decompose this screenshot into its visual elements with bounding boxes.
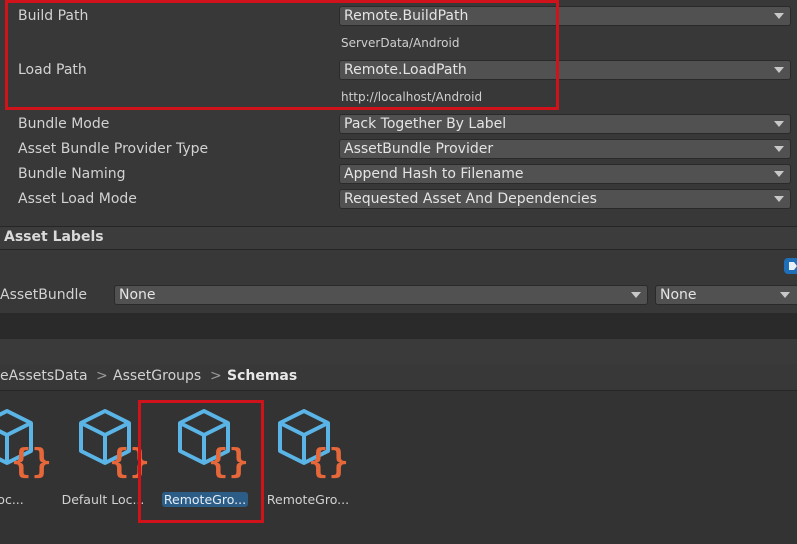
divider [0,249,797,250]
asset-label: lt Loc... [0,492,24,507]
asset-load-mode-label: Asset Load Mode [18,191,137,207]
assetbundle-name-value: None [119,287,156,303]
build-path-dropdown[interactable]: Remote.BuildPath [339,6,791,26]
chevron-down-icon [631,292,641,298]
asset-load-mode-value: Requested Asset And Dependencies [344,191,597,207]
chevron-right-icon: > [96,368,108,384]
chevron-down-icon [774,196,784,202]
chevron-down-icon [774,121,784,127]
preview-bar [0,313,797,339]
chevron-down-icon [774,67,784,73]
svg-text:{}: {} [208,442,249,481]
build-path-resolved: ServerData/Android [341,36,460,50]
asset-labels-title: Asset Labels [4,229,104,245]
assetbundle-label: AssetBundle [0,287,88,303]
build-path-label: Build Path [18,8,89,24]
chevron-right-icon: > [210,368,222,384]
asset-label: RemoteGro... [266,492,350,507]
chevron-down-icon [774,13,784,19]
assetbundle-variant-value: None [660,287,697,303]
assetbundle-variant-dropdown[interactable]: None [655,285,797,305]
bundle-mode-label: Bundle Mode [18,116,110,132]
provider-type-label: Asset Bundle Provider Type [18,141,209,157]
provider-type-value: AssetBundle Provider [344,141,494,157]
load-path-dropdown[interactable]: Remote.LoadPath [339,60,791,80]
bundle-mode-value: Pack Together By Label [344,116,507,132]
script-schema-icon: {} [278,409,349,481]
load-path-label: Load Path [18,62,87,78]
bundle-mode-dropdown[interactable]: Pack Together By Label [339,114,791,134]
asset-label: RemoteGro... [162,492,248,507]
project-toolbar [0,339,797,364]
tag-icon[interactable] [784,258,797,274]
assetbundle-name-dropdown[interactable]: None [114,285,648,305]
asset-label: Default Loc... [61,492,145,507]
script-schema-icon: {} [79,409,150,481]
breadcrumb-current: Schemas [227,368,298,384]
load-path-resolved: http://localhost/Android [341,90,483,104]
breadcrumb-item[interactable]: AssetGroups [113,368,201,384]
script-schema-icon: {} [178,409,249,481]
breadcrumb-item[interactable]: eAssetsData [0,368,88,384]
script-schema-icon: {} [0,409,52,481]
svg-text:{}: {} [308,442,349,481]
svg-text:{}: {} [11,442,52,481]
asset-load-mode-dropdown[interactable]: Requested Asset And Dependencies [339,189,791,209]
svg-text:{}: {} [109,442,150,481]
provider-type-dropdown[interactable]: AssetBundle Provider [339,139,791,159]
build-path-value: Remote.BuildPath [344,8,469,24]
chevron-down-icon [774,171,784,177]
chevron-down-icon [774,146,784,152]
load-path-value: Remote.LoadPath [344,62,467,78]
asset-labels-header: Asset Labels [0,227,797,249]
bundle-naming-label: Bundle Naming [18,166,126,182]
settings-panel: Build Path Remote.BuildPath ServerData/A… [0,0,797,226]
bundle-naming-dropdown[interactable]: Append Hash to Filename [339,164,791,184]
chevron-down-icon [780,292,790,298]
bundle-naming-value: Append Hash to Filename [344,166,524,182]
breadcrumb: eAssetsData > AssetGroups > Schemas [0,364,797,391]
